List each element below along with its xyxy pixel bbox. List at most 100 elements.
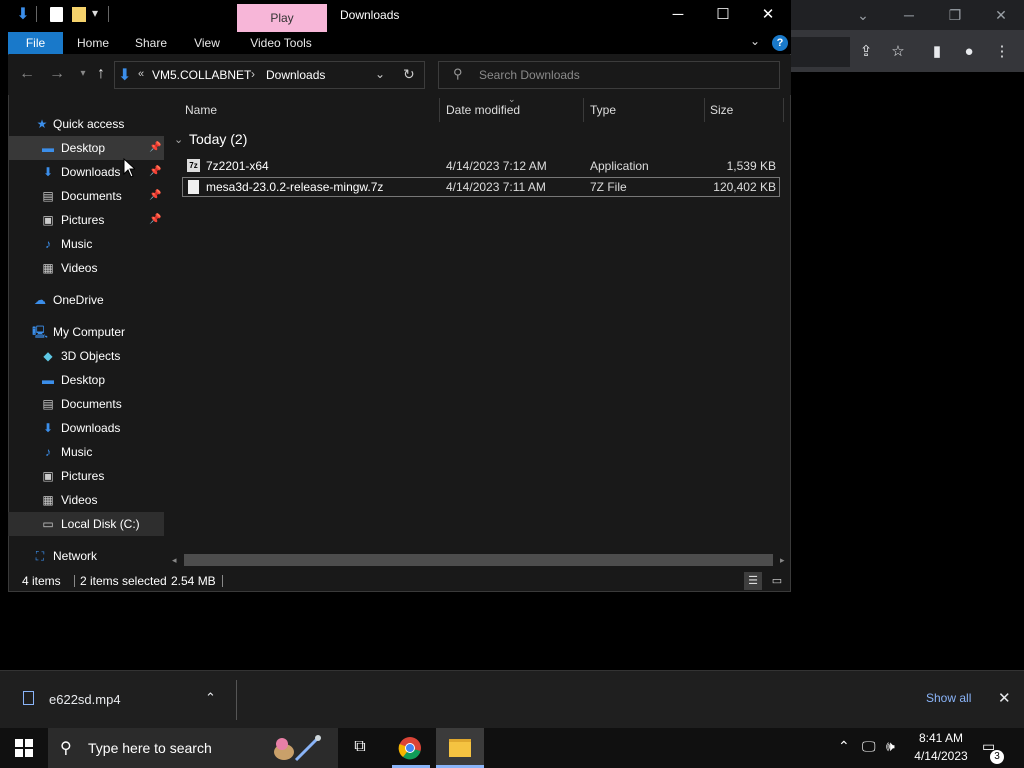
table-row[interactable]: mesa3d-23.0.2-release-mingw.7z 4/14/2023… (182, 177, 780, 197)
qat-dropdown-icon[interactable]: ▾ (92, 6, 98, 20)
nav-music[interactable]: ♪ Music (8, 232, 164, 256)
nav-desktop[interactable]: ▬ Desktop 📌 (8, 136, 164, 160)
videos-icon: ▦ (42, 261, 54, 275)
task-view-icon[interactable]: ⧉ (350, 738, 370, 758)
nav-pc-downloads[interactable]: ⬇ Downloads (8, 416, 164, 440)
back-arrow-icon[interactable]: ← (16, 62, 38, 86)
show-hidden-icons-chevron-icon[interactable]: ⌃ (838, 738, 850, 755)
windows-start-icon[interactable] (14, 738, 34, 758)
nav-documents[interactable]: ▤ Documents 📌 (8, 184, 164, 208)
maximize-button[interactable]: ☐ (700, 0, 746, 30)
column-separator[interactable] (704, 98, 705, 122)
download-shelf (0, 670, 1024, 728)
column-separator[interactable] (783, 98, 784, 122)
minimize-button[interactable]: ─ (655, 0, 701, 30)
tab-file[interactable]: File (8, 32, 63, 54)
nav-label: Music (61, 237, 93, 251)
bookmark-star-icon[interactable]: ☆ (884, 38, 912, 66)
address-bar[interactable]: ⬇ « VM5.COLLABNET › Downloads ⌄ ↻ (114, 61, 425, 89)
address-overflow[interactable]: « (138, 68, 144, 80)
nav-3d-objects[interactable]: ◆ 3D Objects (8, 344, 164, 368)
nav-downloads[interactable]: ⬇ Downloads 📌 (8, 160, 164, 184)
close-shelf-icon[interactable]: ✕ (998, 689, 1011, 707)
nav-my-computer[interactable]: 🖳 My Computer (8, 320, 164, 344)
help-icon[interactable]: ? (772, 35, 788, 51)
nav-onedrive[interactable]: ☁ OneDrive (8, 288, 164, 312)
selected-count: 2 items selected (80, 574, 167, 588)
nav-pictures[interactable]: ▣ Pictures 📌 (8, 208, 164, 232)
chrome-menu-icon[interactable]: ⋮ (988, 38, 1016, 66)
browser-minimize-button[interactable]: ─ (886, 0, 932, 30)
volume-icon[interactable]: 🕪 (886, 738, 895, 755)
nav-label: Quick access (53, 117, 125, 131)
search-input[interactable]: Search Downloads (479, 68, 580, 82)
column-separator[interactable] (583, 98, 584, 122)
documents-icon: ▤ (42, 189, 54, 203)
taskbar-time[interactable]: 8:41 AM (910, 731, 972, 745)
column-type[interactable]: Type (590, 100, 616, 120)
up-arrow-icon[interactable]: ↑ (90, 62, 112, 86)
tab-video-tools[interactable]: Video Tools (242, 32, 320, 54)
large-icons-view-icon[interactable]: ▭ (768, 572, 786, 590)
nav-pc-documents[interactable]: ▤ Documents (8, 392, 164, 416)
nav-label: Downloads (61, 421, 121, 435)
horizontal-scrollbar-thumb[interactable] (184, 554, 773, 566)
forward-arrow-icon[interactable]: → (46, 62, 68, 86)
breadcrumb-vm5-collabnet[interactable]: VM5.COLLABNET (152, 68, 251, 82)
pin-icon: 📌 (149, 142, 162, 153)
browser-close-button[interactable]: ✕ (978, 0, 1024, 30)
breadcrumb-downloads[interactable]: Downloads (266, 68, 325, 82)
share-icon[interactable]: ⇪ (852, 38, 880, 66)
nav-pc-videos[interactable]: ▦ Videos (8, 488, 164, 512)
browser-restore-button[interactable]: ❐ (932, 0, 978, 30)
nav-local-disk[interactable]: ▭ Local Disk (C:) (8, 512, 164, 536)
nav-pc-pictures[interactable]: ▣ Pictures (8, 464, 164, 488)
new-folder-icon[interactable] (72, 7, 86, 22)
profile-icon[interactable]: ● (955, 38, 983, 66)
scroll-left-icon[interactable]: ◂ (172, 555, 180, 567)
pictures-icon: ▣ (42, 469, 54, 483)
download-options-chevron-icon[interactable]: ⌃ (205, 690, 216, 706)
column-separator[interactable] (439, 98, 440, 122)
close-button[interactable]: ✕ (745, 0, 791, 30)
side-panel-icon[interactable]: ▮ (923, 38, 951, 66)
group-header-today[interactable]: Today (2) (189, 131, 247, 147)
file-date: 4/14/2023 7:11 AM (446, 180, 546, 194)
address-history-chevron-icon[interactable]: ⌄ (375, 67, 385, 81)
taskbar-date[interactable]: 4/14/2023 (910, 749, 972, 763)
properties-icon[interactable] (50, 7, 63, 22)
show-all-button[interactable]: Show all (926, 691, 971, 705)
nav-label: Documents (61, 397, 122, 411)
tab-share[interactable]: Share (128, 32, 174, 54)
table-row[interactable]: 7z 7z2201-x64 4/14/2023 7:12 AM Applicat… (182, 156, 780, 176)
column-size[interactable]: Size (710, 100, 733, 120)
taskbar-search-input[interactable]: Type here to search (88, 740, 212, 756)
computer-icon: 🖳 (32, 325, 49, 339)
selected-size: 2.54 MB (171, 574, 216, 588)
nav-network[interactable]: ⛶ Network (8, 544, 164, 568)
pin-icon: 📌 (149, 166, 162, 177)
details-view-icon[interactable]: ☰ (744, 572, 762, 590)
nav-videos[interactable]: ▦ Videos (8, 256, 164, 280)
search-box[interactable]: ⚲ Search Downloads (438, 61, 780, 89)
omnibox[interactable] (790, 37, 850, 67)
nav-pc-music[interactable]: ♪ Music (8, 440, 164, 464)
tab-home[interactable]: Home (70, 32, 116, 54)
play-contextual-tab[interactable]: Play (237, 4, 327, 32)
nav-pc-desktop[interactable]: ▬ Desktop (8, 368, 164, 392)
column-name[interactable]: Name (185, 100, 217, 120)
network-status-icon[interactable]: 🖵 (862, 738, 876, 755)
tab-search-chevron-icon[interactable]: ⌄ (840, 0, 886, 30)
nav-label: OneDrive (53, 293, 104, 307)
refresh-icon[interactable]: ↻ (403, 66, 415, 83)
column-date-modified[interactable]: Date modified (446, 100, 520, 120)
tab-view[interactable]: View (184, 32, 230, 54)
nav-quick-access[interactable]: ★ Quick access (8, 112, 164, 136)
scroll-right-icon[interactable]: ▸ (780, 555, 788, 567)
group-collapse-chevron-icon[interactable]: ⌄ (174, 133, 183, 146)
nav-label: My Computer (53, 325, 126, 339)
chrome-icon[interactable] (398, 736, 422, 760)
qat-divider (36, 6, 37, 22)
ribbon-expand-chevron-icon[interactable]: ⌄ (750, 34, 760, 48)
download-file-name[interactable]: e622sd.mp4 (49, 692, 121, 707)
